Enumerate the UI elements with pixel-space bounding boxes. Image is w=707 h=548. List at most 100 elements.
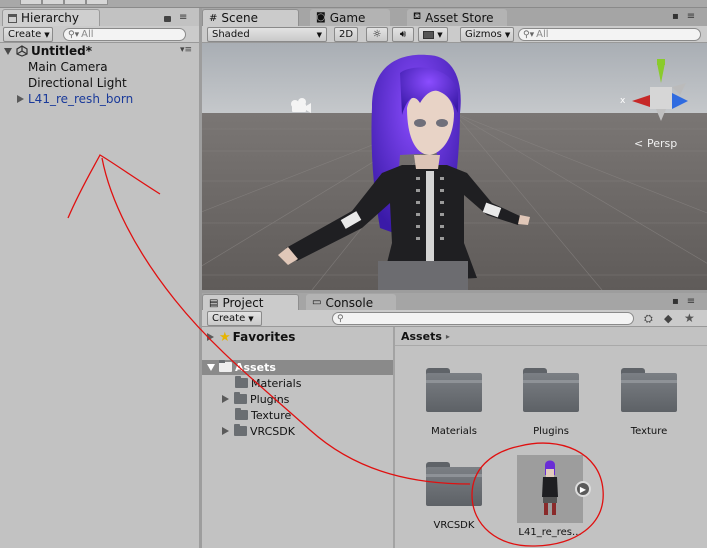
folder-icon <box>234 392 247 404</box>
tab-console[interactable]: ▭ Console <box>306 294 396 311</box>
unity-scene-icon <box>16 45 28 57</box>
scene-render: x < <box>202 43 707 290</box>
filter-by-label-icon[interactable]: ◆ <box>664 312 672 325</box>
favorite-star-icon[interactable]: ★ <box>684 311 695 325</box>
asset-folder-plugins[interactable]: Plugins <box>511 358 591 440</box>
tab-label: Asset Store <box>425 10 494 25</box>
mode-2d-label: 2D <box>338 29 354 40</box>
project-toolbar: Create ▼ ⚲ ⛭ ◆ ★ <box>202 310 707 327</box>
avatar-thumbnail-icon <box>542 460 558 515</box>
star-icon: ★ <box>219 329 231 345</box>
hierarchy-toolbar: Create ▼ ⚲▾ All <box>0 26 200 43</box>
tab-label: Scene <box>221 11 258 25</box>
favorites-row[interactable]: ★ Favorites <box>207 329 295 345</box>
project-search-input[interactable]: ⚲ <box>332 312 634 325</box>
folder-icon <box>523 368 579 412</box>
scene-viewport[interactable]: x < Persp <box>202 43 707 290</box>
chevron-down-icon: ▼ <box>44 30 50 39</box>
lock-icon[interactable] <box>164 16 171 22</box>
chevron-down-icon: ▼ <box>504 30 511 39</box>
hierarchy-item-label: L41_re_resh_born <box>28 92 134 106</box>
folder-item-materials[interactable]: Materials <box>235 375 301 391</box>
filter-by-type-icon[interactable]: ⛭ <box>644 312 653 326</box>
chevron-down-icon: ▼ <box>316 30 322 39</box>
asset-prefab-l41[interactable]: ▶ L41_re_res... <box>510 447 591 538</box>
folder-item-texture[interactable]: Texture <box>235 407 291 423</box>
toolbar-button-stub[interactable] <box>86 0 108 5</box>
lock-icon[interactable]: ▪ <box>672 11 679 22</box>
toolbar-button-stub[interactable] <box>42 0 64 5</box>
lighting-toggle-button[interactable]: ☼ <box>366 27 388 42</box>
tab-hierarchy[interactable]: Hierarchy <box>2 9 100 26</box>
tab-asset-store[interactable]: ⛾ Asset Store <box>407 9 507 26</box>
projection-mode-label[interactable]: Persp <box>647 137 677 150</box>
folder-icon <box>234 424 247 436</box>
chevron-down-icon: ▼ <box>437 30 443 39</box>
search-icon: ⚲▾ <box>68 29 80 40</box>
asset-folder-vrcsdk[interactable]: VRCSDK <box>414 452 494 534</box>
hierarchy-item-label: Main Camera <box>28 60 108 74</box>
folder-item-vrcsdk[interactable]: VRCSDK <box>222 423 295 439</box>
project-create-button[interactable]: Create ▼ <box>207 311 262 326</box>
hierarchy-search-input[interactable]: ⚲▾ All <box>63 28 186 41</box>
scene-root-row[interactable]: Untitled* <box>4 43 92 59</box>
expand-arrow-icon[interactable] <box>4 47 12 55</box>
image-icon <box>423 30 435 39</box>
tab-label: Project <box>222 296 264 310</box>
hierarchy-create-button[interactable]: Create ▼ <box>3 27 53 42</box>
asset-label: VRCSDK <box>433 520 475 531</box>
play-preview-icon[interactable]: ▶ <box>575 481 591 497</box>
folder-icon <box>219 360 232 372</box>
search-placeholder: All <box>536 29 549 40</box>
effects-dropdown[interactable]: ▼ <box>418 27 448 42</box>
panel-menu-icon[interactable]: ≡ <box>687 296 695 307</box>
asset-label: Texture <box>630 426 668 437</box>
tab-project[interactable]: ▤ Project <box>202 294 299 311</box>
tab-scene[interactable]: # Scene <box>202 9 299 26</box>
grid-icon: # <box>209 12 218 24</box>
shading-mode-dropdown[interactable]: Shaded ▼ <box>207 27 327 42</box>
folder-icon <box>426 462 482 506</box>
folder-item-plugins[interactable]: Plugins <box>222 391 289 407</box>
gizmos-dropdown[interactable]: Gizmos ▼ <box>460 27 514 42</box>
hierarchy-item-label: Directional Light <box>28 76 127 90</box>
search-placeholder: All <box>81 29 94 40</box>
shopping-bag-icon: ⛾ <box>413 11 422 22</box>
tab-label: Console <box>325 295 374 310</box>
hierarchy-item-main-camera[interactable]: Main Camera <box>28 59 108 75</box>
expand-arrow-icon[interactable] <box>207 363 215 371</box>
tab-game[interactable]: ◙ Game <box>310 9 390 26</box>
assets-label: Assets <box>235 360 276 374</box>
sun-icon: ☼ <box>372 29 382 40</box>
assets-root-row[interactable]: Assets <box>207 359 276 375</box>
chevron-down-icon: ▼ <box>248 314 254 323</box>
expand-arrow-icon[interactable] <box>207 333 214 341</box>
expand-arrow-icon[interactable] <box>222 395 229 403</box>
expand-arrow-icon[interactable] <box>222 427 229 435</box>
breadcrumb-assets[interactable]: Assets <box>401 330 442 343</box>
asset-folder-texture[interactable]: Texture <box>609 358 689 440</box>
panel-menu-icon[interactable]: ≡ <box>179 12 187 23</box>
expand-arrow-icon[interactable] <box>17 95 24 103</box>
speaker-icon: 🔊︎ <box>399 29 407 40</box>
search-icon: ⚲▾ <box>523 29 535 40</box>
lock-icon[interactable]: ▪ <box>672 296 679 307</box>
hierarchy-item-l41-prefab[interactable]: L41_re_resh_born <box>17 91 133 107</box>
favorites-label: Favorites <box>232 330 296 344</box>
asset-folder-materials[interactable]: Materials <box>414 358 494 440</box>
asset-label: L41_re_res... <box>518 527 582 538</box>
svg-text:x: x <box>620 96 626 106</box>
chevron-right-icon: ▸ <box>445 331 450 341</box>
audio-toggle-button[interactable]: 🔊︎ <box>392 27 414 42</box>
toolbar-button-stub[interactable] <box>20 0 42 5</box>
toolbar-button-stub[interactable] <box>64 0 86 5</box>
panel-menu-icon[interactable]: ≡ <box>687 11 695 22</box>
scene-tab-bar: # Scene ◙ Game ⛾ Asset Store ▪ ≡ <box>202 8 707 26</box>
hierarchy-item-directional-light[interactable]: Directional Light <box>28 75 127 91</box>
scene-name: Untitled* <box>31 44 92 58</box>
project-folder-tree: ★ Favorites Assets Materials Plugins Tex… <box>202 327 393 548</box>
scene-menu-icon[interactable]: ▾≡ <box>180 45 192 55</box>
shading-mode-label: Shaded <box>212 29 250 40</box>
scene-search-input[interactable]: ⚲▾ All <box>518 28 701 41</box>
toggle-2d-button[interactable]: 2D <box>334 27 358 42</box>
